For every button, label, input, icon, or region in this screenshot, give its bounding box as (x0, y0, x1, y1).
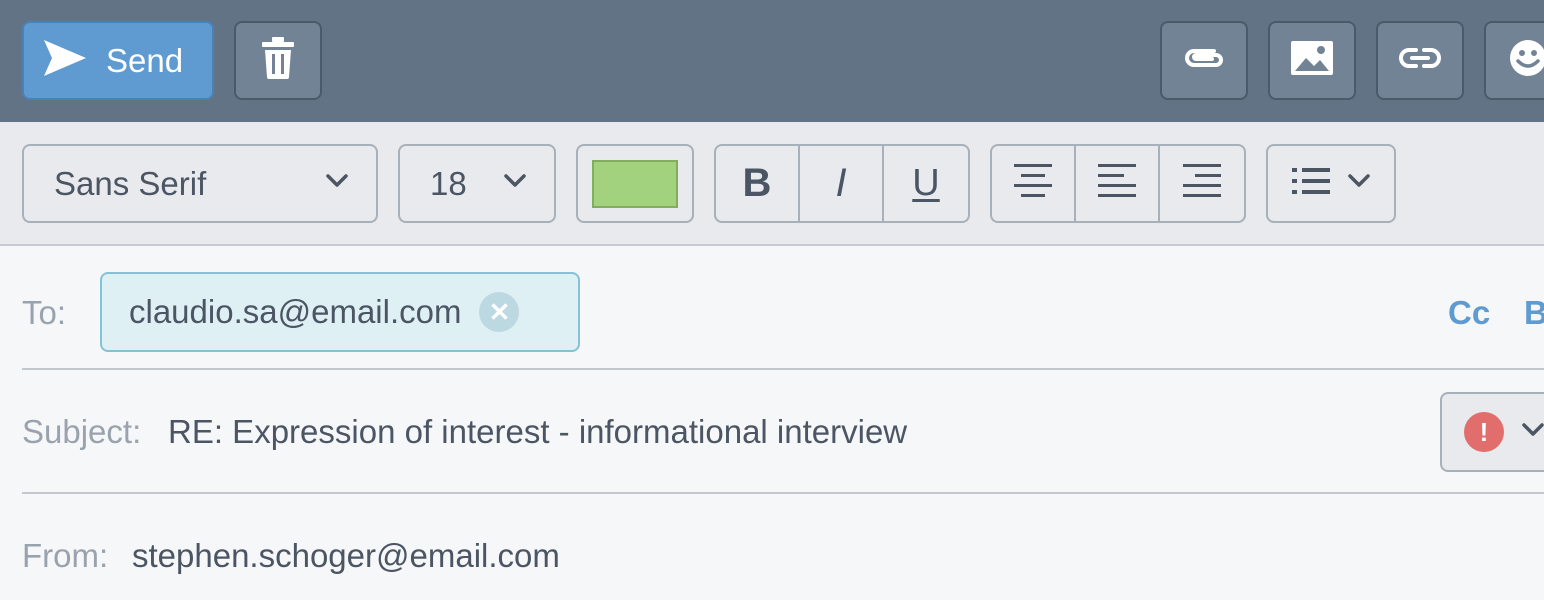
insert-image-button[interactable] (1268, 21, 1356, 100)
chevron-down-icon (1348, 174, 1370, 193)
bcc-link[interactable]: B (1524, 294, 1544, 332)
align-center-button[interactable] (992, 146, 1076, 221)
divider (22, 368, 1544, 370)
font-family-value: Sans Serif (54, 164, 207, 202)
format-toolbar: Sans Serif 18 B I U (0, 122, 1544, 246)
paperclip-icon (1182, 43, 1226, 78)
align-right-button[interactable] (1160, 146, 1244, 221)
cc-link[interactable]: Cc (1448, 294, 1490, 332)
insert-link-button[interactable] (1376, 21, 1464, 100)
font-size-select[interactable]: 18 (398, 144, 556, 223)
font-size-value: 18 (430, 164, 467, 202)
color-swatch (592, 159, 678, 208)
list-icon (1292, 168, 1330, 199)
send-label: Send (106, 41, 184, 79)
send-icon (42, 38, 88, 83)
link-icon (1398, 45, 1442, 76)
remove-recipient-icon[interactable]: ✕ (479, 292, 520, 332)
image-icon (1291, 41, 1333, 80)
align-left-button[interactable] (1076, 146, 1160, 221)
chevron-down-icon (1522, 422, 1544, 442)
align-center-icon (1014, 164, 1052, 203)
underline-icon: U (912, 162, 940, 204)
delete-button[interactable] (234, 21, 322, 100)
priority-select[interactable]: ! (1440, 392, 1544, 472)
trash-icon (261, 37, 295, 84)
alignment-group (990, 144, 1246, 223)
text-style-group: B I U (714, 144, 970, 223)
from-label: From: (22, 537, 109, 574)
font-family-select[interactable]: Sans Serif (22, 144, 378, 223)
send-button[interactable]: Send (22, 21, 214, 100)
bold-icon: B (742, 161, 772, 205)
bold-button[interactable]: B (716, 146, 800, 221)
italic-button[interactable]: I (800, 146, 884, 221)
from-value: stephen.schoger@email.com (132, 537, 560, 574)
recipient-email: claudio.sa@email.com (129, 293, 462, 330)
divider (22, 492, 1544, 494)
to-label: To: (22, 294, 67, 331)
subject-label: Subject: (22, 413, 142, 450)
emoji-button[interactable] (1484, 21, 1544, 100)
emoji-icon (1508, 38, 1544, 83)
align-left-icon (1098, 164, 1136, 203)
italic-icon: I (835, 161, 847, 205)
align-right-icon (1183, 164, 1221, 203)
list-style-select[interactable] (1266, 144, 1396, 223)
priority-alert-icon: ! (1464, 412, 1504, 452)
attach-button[interactable] (1160, 21, 1248, 100)
text-color-picker[interactable] (576, 144, 694, 223)
underline-button[interactable]: U (884, 146, 968, 221)
chevron-down-icon (326, 174, 348, 193)
recipient-chip[interactable]: claudio.sa@email.com ✕ (100, 272, 580, 352)
top-toolbar: Send (0, 0, 1544, 122)
chevron-down-icon (504, 174, 526, 193)
subject-input[interactable]: RE: Expression of interest - information… (168, 413, 907, 451)
